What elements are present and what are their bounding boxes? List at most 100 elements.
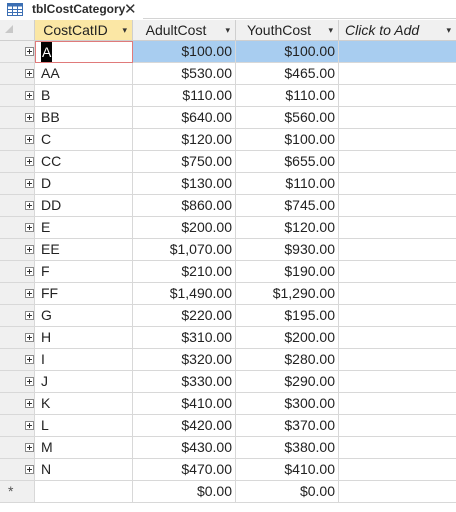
cell-click-to-add[interactable]: [339, 283, 456, 305]
cell-costcatid[interactable]: D: [35, 173, 133, 195]
expand-icon[interactable]: [25, 355, 34, 364]
record-selector[interactable]: [0, 151, 35, 173]
cell-click-to-add[interactable]: [339, 107, 456, 129]
cell-costcatid[interactable]: L: [35, 415, 133, 437]
cell-click-to-add[interactable]: [339, 305, 456, 327]
cell-click-to-add[interactable]: [339, 327, 456, 349]
cell-youthcost[interactable]: $110.00: [236, 85, 339, 107]
table-row[interactable]: H $310.00 $200.00: [0, 327, 456, 349]
cell-youthcost[interactable]: $110.00: [236, 173, 339, 195]
table-row[interactable]: C $120.00 $100.00: [0, 129, 456, 151]
expand-icon[interactable]: [25, 223, 34, 232]
cell-costcatid[interactable]: M: [35, 437, 133, 459]
cell-costcatid[interactable]: J: [35, 371, 133, 393]
cell-adultcost[interactable]: $0.00: [133, 481, 236, 503]
cell-adultcost[interactable]: $310.00: [133, 327, 236, 349]
cell-costcatid[interactable]: H: [35, 327, 133, 349]
table-row[interactable]: J $330.00 $290.00: [0, 371, 456, 393]
cell-adultcost[interactable]: $640.00: [133, 107, 236, 129]
cell-adultcost[interactable]: $470.00: [133, 459, 236, 481]
cell-adultcost[interactable]: $430.00: [133, 437, 236, 459]
table-row[interactable]: A $100.00 $100.00: [0, 41, 456, 63]
cell-costcatid[interactable]: DD: [35, 195, 133, 217]
cell-click-to-add[interactable]: [339, 239, 456, 261]
record-selector[interactable]: [0, 459, 35, 481]
table-row[interactable]: E $200.00 $120.00: [0, 217, 456, 239]
table-row[interactable]: M $430.00 $380.00: [0, 437, 456, 459]
expand-icon[interactable]: [25, 443, 34, 452]
table-row[interactable]: N $470.00 $410.00: [0, 459, 456, 481]
cell-costcatid[interactable]: EE: [35, 239, 133, 261]
record-selector[interactable]: [0, 217, 35, 239]
cell-adultcost[interactable]: $1,490.00: [133, 283, 236, 305]
record-selector[interactable]: [0, 437, 35, 459]
cell-youthcost[interactable]: $280.00: [236, 349, 339, 371]
cell-click-to-add[interactable]: [339, 85, 456, 107]
cell-adultcost[interactable]: $1,070.00: [133, 239, 236, 261]
cell-youthcost[interactable]: $655.00: [236, 151, 339, 173]
record-selector[interactable]: [0, 195, 35, 217]
expand-icon[interactable]: [25, 201, 34, 210]
cell-costcatid[interactable]: F: [35, 261, 133, 283]
expand-icon[interactable]: [25, 465, 34, 474]
cell-youthcost[interactable]: $410.00: [236, 459, 339, 481]
table-row[interactable]: EE $1,070.00 $930.00: [0, 239, 456, 261]
cell-youthcost[interactable]: $195.00: [236, 305, 339, 327]
record-selector[interactable]: [0, 107, 35, 129]
expand-icon[interactable]: [25, 245, 34, 254]
cell-adultcost[interactable]: $210.00: [133, 261, 236, 283]
expand-icon[interactable]: [25, 267, 34, 276]
cell-click-to-add[interactable]: [339, 437, 456, 459]
cell-costcatid[interactable]: A: [35, 41, 133, 63]
cell-youthcost[interactable]: $0.00: [236, 481, 339, 503]
record-selector[interactable]: [0, 393, 35, 415]
cell-costcatid[interactable]: E: [35, 217, 133, 239]
record-selector[interactable]: [0, 283, 35, 305]
record-selector[interactable]: [0, 173, 35, 195]
cell-youthcost[interactable]: $120.00: [236, 217, 339, 239]
expand-icon[interactable]: [25, 289, 34, 298]
record-selector[interactable]: [0, 305, 35, 327]
column-header-adultcost[interactable]: AdultCost ▾: [133, 20, 236, 41]
cell-youthcost[interactable]: $200.00: [236, 327, 339, 349]
chevron-down-icon[interactable]: ▾: [225, 20, 230, 40]
expand-icon[interactable]: [25, 377, 34, 386]
cell-click-to-add[interactable]: [339, 173, 456, 195]
cell-click-to-add[interactable]: [339, 481, 456, 503]
expand-icon[interactable]: [25, 421, 34, 430]
column-header-click-to-add[interactable]: Click to Add ▾: [339, 20, 456, 41]
record-selector[interactable]: [0, 415, 35, 437]
cell-youthcost[interactable]: $930.00: [236, 239, 339, 261]
cell-click-to-add[interactable]: [339, 41, 456, 63]
cell-costcatid[interactable]: I: [35, 349, 133, 371]
record-selector[interactable]: [0, 239, 35, 261]
cell-click-to-add[interactable]: [339, 415, 456, 437]
cell-click-to-add[interactable]: [339, 261, 456, 283]
cell-youthcost[interactable]: $190.00: [236, 261, 339, 283]
expand-icon[interactable]: [25, 135, 34, 144]
expand-icon[interactable]: [25, 179, 34, 188]
cell-click-to-add[interactable]: [339, 459, 456, 481]
cell-costcatid[interactable]: K: [35, 393, 133, 415]
select-all-corner[interactable]: [0, 20, 35, 41]
cell-costcatid[interactable]: N: [35, 459, 133, 481]
cell-click-to-add[interactable]: [339, 217, 456, 239]
close-icon[interactable]: ✕: [124, 0, 137, 19]
cell-costcatid[interactable]: CC: [35, 151, 133, 173]
table-row[interactable]: FF $1,490.00 $1,290.00: [0, 283, 456, 305]
cell-click-to-add[interactable]: [339, 393, 456, 415]
cell-adultcost[interactable]: $110.00: [133, 85, 236, 107]
chevron-down-icon[interactable]: ▾: [328, 20, 333, 40]
record-selector[interactable]: [0, 261, 35, 283]
cell-costcatid[interactable]: AA: [35, 63, 133, 85]
column-header-costcatid[interactable]: CostCatID ▾: [35, 20, 133, 41]
record-selector[interactable]: [0, 327, 35, 349]
cell-click-to-add[interactable]: [339, 129, 456, 151]
cell-click-to-add[interactable]: [339, 195, 456, 217]
cell-adultcost[interactable]: $330.00: [133, 371, 236, 393]
cell-youthcost[interactable]: $100.00: [236, 41, 339, 63]
chevron-down-icon[interactable]: ▾: [446, 20, 451, 40]
record-selector[interactable]: [0, 85, 35, 107]
cell-click-to-add[interactable]: [339, 151, 456, 173]
cell-youthcost[interactable]: $290.00: [236, 371, 339, 393]
